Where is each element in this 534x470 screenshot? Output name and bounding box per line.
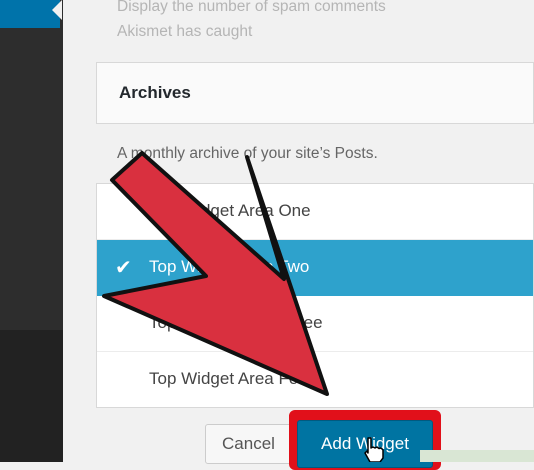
archives-widget-title: Archives [119,83,191,102]
akismet-widget-description: Display the number of spam comments Akis… [117,0,386,40]
hand-cursor-icon [364,437,384,462]
widget-area-label: Top Widget Area Two [149,257,310,276]
widget-area-option-four[interactable]: Top Widget Area Four [97,352,533,408]
sidebar-active-notch [52,0,62,20]
widget-area-label: Top Widget Area One [149,201,311,220]
cancel-button[interactable]: Cancel [205,424,292,464]
archives-widget-header[interactable]: Archives [96,62,534,124]
sidebar-lower-section [0,330,63,462]
watermark [420,450,534,462]
widget-area-option-one[interactable]: Top Widget Area One [97,184,533,240]
admin-sidebar [0,0,63,462]
widget-area-option-two[interactable]: ✔ Top Widget Area Two [97,240,533,296]
widget-area-option-three[interactable]: Top Widget Area Three [97,296,533,352]
checkmark-icon: ✔ [115,257,132,279]
archives-widget-description: A monthly archive of your site’s Posts. [117,145,378,162]
widget-area-chooser: Top Widget Area One ✔ Top Widget Area Tw… [96,183,534,408]
sidebar-active-item[interactable] [0,0,60,28]
widget-area-label: Top Widget Area Four [149,369,314,388]
widget-area-label: Top Widget Area Three [149,313,323,332]
